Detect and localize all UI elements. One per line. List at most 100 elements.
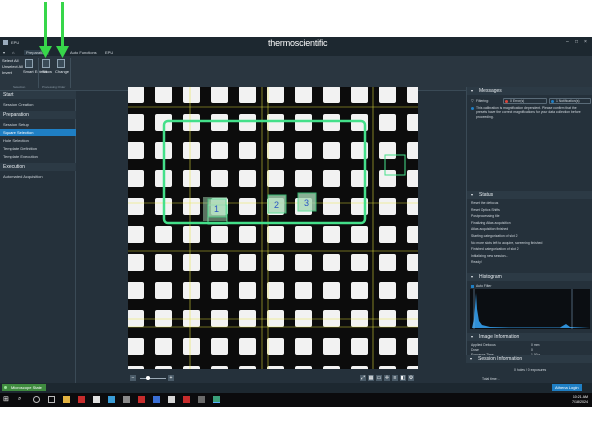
nav-item-session-creation[interactable]: Session Creation xyxy=(0,101,76,108)
nav-item-automated-acquisition[interactable]: Automated Acquisition xyxy=(0,173,76,180)
zoom-slider-thumb[interactable] xyxy=(146,376,150,380)
zoom-in-button[interactable]: + xyxy=(168,375,174,381)
app-icon[interactable] xyxy=(93,396,100,403)
app-icon[interactable] xyxy=(168,396,175,403)
layers-icon[interactable]: ≡ xyxy=(392,375,398,381)
app-icon[interactable] xyxy=(138,396,145,403)
microscope-state-label: Microscope State xyxy=(11,385,42,390)
search-icon[interactable]: ⌕ xyxy=(18,396,25,403)
status-line: Starting categorization of slot 2 xyxy=(471,234,518,238)
status-line: Reset Optics Shifts xyxy=(471,207,500,212)
filter-icon: ▽ xyxy=(471,99,474,103)
status-line: Postprocessing tile xyxy=(471,214,500,219)
histogram-chart xyxy=(470,289,590,329)
tab-epu[interactable]: EPU xyxy=(105,50,113,55)
chevron-down-icon: ▾ xyxy=(471,274,474,279)
session-information-panel: ▾ Session Information 0 holes / 0 exposur… xyxy=(466,355,592,383)
status-line: Finished categorization of slot 2 xyxy=(471,247,519,252)
smart-extend-icon[interactable] xyxy=(25,59,33,68)
fit-icon[interactable]: ⤢ xyxy=(360,375,366,381)
filtering-label: Filtering: xyxy=(476,99,490,103)
nav-item-hole-selection[interactable]: Hole Selection xyxy=(0,137,76,144)
status-header[interactable]: ▾ Status xyxy=(467,191,592,199)
status-line: Initializing new session... xyxy=(471,253,509,258)
show-button[interactable]: Show xyxy=(42,69,52,74)
message-text: This calibration is magnification depend… xyxy=(476,106,581,119)
atlas-image[interactable]: 1 2 3 xyxy=(128,87,418,369)
info-icon xyxy=(471,107,474,110)
status-line: Reset the defocus xyxy=(471,201,499,205)
minimize-icon[interactable]: – xyxy=(566,39,569,45)
nav-item-template-definition[interactable]: Template Definition xyxy=(0,145,76,152)
error-icon xyxy=(505,100,508,103)
total-time: Total time: - xyxy=(482,377,500,381)
square-label-2: 2 xyxy=(274,200,279,210)
grid-icon[interactable]: ▦ xyxy=(368,375,374,381)
right-panel: ▾ Messages ▽ Filtering: 0 Error(s) 1 Noti… xyxy=(466,87,592,393)
nav-header-preparation: Preparation xyxy=(0,111,76,119)
maximize-icon[interactable]: □ xyxy=(575,39,578,45)
status-line: Ready! xyxy=(471,260,482,265)
select-all-button[interactable]: Select All xyxy=(2,58,18,63)
notifications-count: 1 Notification(s) xyxy=(556,99,580,103)
app-icon[interactable] xyxy=(198,396,205,403)
clock-time: 10:21 AM xyxy=(572,395,588,399)
chevron-down-icon: ▾ xyxy=(471,192,474,197)
settings-icon[interactable]: ⚙ xyxy=(408,375,414,381)
nav-header-execution: Execution xyxy=(0,163,76,171)
clock-date: 7/18/2024 xyxy=(572,400,588,404)
zoom-bar: − + ⤢ ▦ ▭ ✛ ≡ ◧ ⚙ xyxy=(128,374,418,382)
menu-chevron-icon[interactable]: ▾ xyxy=(3,50,5,55)
zoom-out-button[interactable]: − xyxy=(130,375,136,381)
zoom-slider[interactable] xyxy=(140,378,166,379)
invert-button[interactable]: Invert xyxy=(2,70,12,75)
nav-item-square-selection[interactable]: Square Selection xyxy=(0,129,76,136)
app-icon[interactable] xyxy=(183,396,190,403)
info-key: Dose xyxy=(471,348,479,353)
chevron-down-icon: ▾ xyxy=(471,334,474,339)
home-icon[interactable]: ⌂ xyxy=(12,50,14,55)
image-information-header[interactable]: ▾ Image Information xyxy=(467,333,592,341)
windows-start-icon[interactable]: ⊞ xyxy=(3,396,10,403)
nav-item-session-setup[interactable]: Session Setup xyxy=(0,121,76,128)
app-icon[interactable] xyxy=(123,396,130,403)
info-icon xyxy=(551,100,554,103)
histogram-header[interactable]: ▾ Histogram xyxy=(467,273,592,281)
epu-taskbar-icon[interactable] xyxy=(213,396,220,403)
group-label-processing-order: Processing Order xyxy=(42,85,66,89)
status-line: No more slots left to acquire, screening… xyxy=(471,240,543,245)
window-title: EPU xyxy=(11,40,20,45)
workflow-nav: Start Session Creation Preparation Sessi… xyxy=(0,91,76,383)
app-icon[interactable] xyxy=(108,396,115,403)
task-view-icon[interactable] xyxy=(48,396,55,403)
title-bar: EPU thermoscientific – □ × xyxy=(0,37,592,49)
nav-header-start: Start xyxy=(0,91,76,99)
screen: { "window": {"title": "EPU", "brand": "t… xyxy=(0,0,592,444)
overlay-arrow-icon xyxy=(39,2,69,58)
crosshair-icon[interactable]: ✛ xyxy=(384,375,390,381)
microscope-state-button[interactable]: Microscope State xyxy=(2,384,46,391)
ribbon: Select All Unselect All Invert Smart Ext… xyxy=(0,56,592,91)
ribbon-tabs: ▾ ⌂ Preparation Auto Functions EPU xyxy=(0,49,592,56)
messages-header[interactable]: ▾ Messages xyxy=(467,87,592,95)
errors-filter-button[interactable]: 0 Error(s) xyxy=(503,98,547,104)
ruler-icon[interactable]: ▭ xyxy=(376,375,382,381)
auto-filter-checkbox[interactable] xyxy=(471,285,474,288)
tab-auto-functions[interactable]: Auto Functions xyxy=(70,50,97,55)
app-icon[interactable] xyxy=(153,396,160,403)
close-icon[interactable]: × xyxy=(584,39,587,45)
unselect-all-button[interactable]: Unselect All xyxy=(2,64,23,69)
overlay-icon[interactable]: ◧ xyxy=(400,375,406,381)
app-icon-y[interactable] xyxy=(78,396,85,403)
notifications-filter-button[interactable]: 1 Notification(s) xyxy=(549,98,591,104)
session-information-header[interactable]: ▾ Session Information xyxy=(466,355,592,363)
errors-count: 0 Error(s) xyxy=(510,99,525,103)
group-label-selection: Selection xyxy=(13,85,26,89)
cortana-icon[interactable] xyxy=(33,396,40,403)
change-button[interactable]: Change xyxy=(55,69,69,74)
atlas-viewer[interactable]: 1 2 3 xyxy=(128,87,418,369)
file-explorer-icon[interactable] xyxy=(63,396,70,403)
athena-login-button[interactable]: Athena Login xyxy=(552,384,582,391)
nav-item-template-execution[interactable]: Template Execution xyxy=(0,153,76,160)
status-line: Finalizing Atlas acquisition xyxy=(471,220,511,225)
